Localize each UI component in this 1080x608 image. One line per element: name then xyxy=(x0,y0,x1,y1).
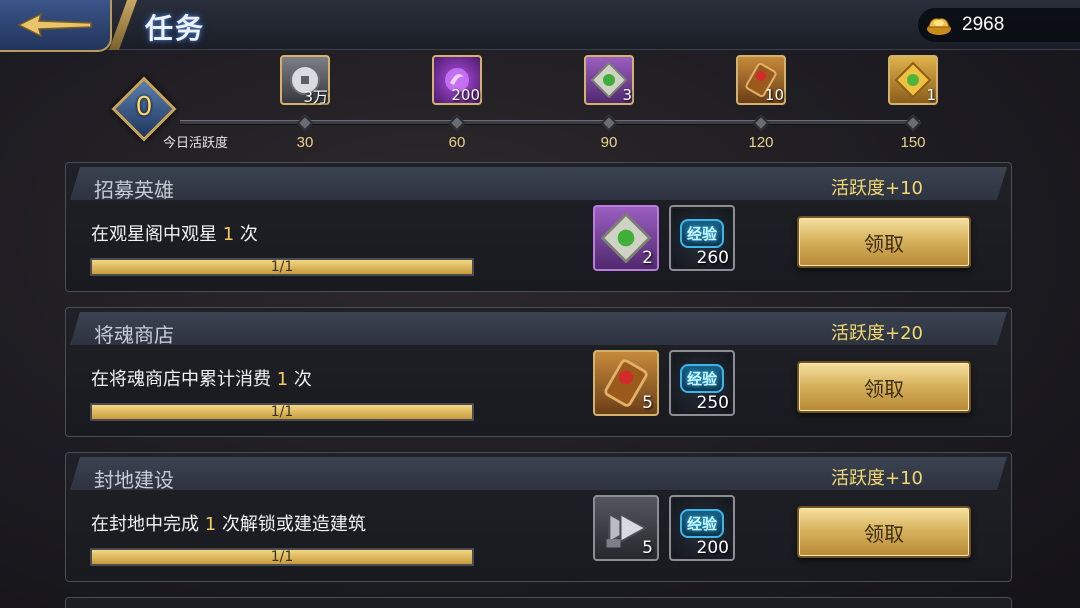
task-description: 在将魂商店中累计消费 1 次 xyxy=(91,369,312,390)
back-arrow-icon xyxy=(17,12,92,38)
task-card: 封地建设 活跃度+10 在封地中完成 1 次解锁或建造建筑 1/1 5 经验 2… xyxy=(65,452,1012,582)
task-description: 在封地中完成 1 次解锁或建造建筑 xyxy=(91,514,366,535)
exp-reward[interactable]: 经验 250 xyxy=(669,350,735,416)
task-header: 封地建设 活跃度+10 xyxy=(70,457,1007,490)
exp-reward[interactable]: 经验 260 xyxy=(669,205,735,271)
task-points: 活跃度+10 xyxy=(831,468,923,489)
task-header: 将魂商店 活跃度+20 xyxy=(70,312,1007,345)
reward-item[interactable]: 5 xyxy=(593,350,659,416)
task-progress-bar: 1/1 xyxy=(90,258,474,276)
back-button[interactable] xyxy=(0,0,112,52)
task-name: 将魂商店 xyxy=(94,323,174,347)
milestone-reward-count: 3 xyxy=(622,86,632,104)
reward-item[interactable]: 2 xyxy=(593,205,659,271)
task-card: 招募英雄 活跃度+10 在观星阁中观星 1 次 1/1 2 经验 260 领取 xyxy=(65,162,1012,292)
milestone-node xyxy=(296,114,314,132)
gold-ingot-icon xyxy=(924,12,954,38)
task-progress-bar: 1/1 xyxy=(90,548,474,566)
exp-reward[interactable]: 经验 200 xyxy=(669,495,735,561)
milestone-node xyxy=(600,114,618,132)
activity-value: 0 xyxy=(136,90,152,121)
activity-track xyxy=(180,120,920,125)
milestone-threshold: 150 xyxy=(900,134,926,151)
milestone-reward-count: 10 xyxy=(764,86,784,104)
milestone-reward-count: 200 xyxy=(451,86,480,104)
milestone-node xyxy=(752,114,770,132)
reward-count: 5 xyxy=(642,393,653,413)
claim-button[interactable]: 领取 xyxy=(797,506,971,558)
task-name: 封地建设 xyxy=(94,468,174,492)
currency-amount: 2968 xyxy=(962,14,1005,35)
currency-display: 2968 xyxy=(918,8,1080,42)
task-progress-bar: 1/1 xyxy=(90,403,474,421)
exp-value: 250 xyxy=(696,393,729,413)
exp-value: 260 xyxy=(696,248,729,268)
reward-count: 2 xyxy=(642,248,653,268)
claim-button[interactable]: 领取 xyxy=(797,216,971,268)
task-progress-text: 1/1 xyxy=(270,404,294,420)
exp-value: 200 xyxy=(696,538,729,558)
task-points: 活跃度+10 xyxy=(831,178,923,199)
claim-button[interactable]: 领取 xyxy=(797,361,971,413)
milestone-threshold: 60 xyxy=(448,134,466,151)
reward-count: 5 xyxy=(642,538,653,558)
milestone-threshold: 30 xyxy=(296,134,314,151)
task-description: 在观星阁中观星 1 次 xyxy=(91,224,258,245)
milestone-node xyxy=(448,114,466,132)
task-card-next xyxy=(65,597,1012,608)
task-card: 将魂商店 活跃度+20 在将魂商店中累计消费 1 次 1/1 5 经验 250 … xyxy=(65,307,1012,437)
task-points: 活跃度+20 xyxy=(831,323,923,344)
task-progress-text: 1/1 xyxy=(270,549,294,565)
milestone-reward-count: 1 xyxy=(926,86,936,104)
task-progress-text: 1/1 xyxy=(270,259,294,275)
task-header: 招募英雄 活跃度+10 xyxy=(70,167,1007,200)
task-name: 招募英雄 xyxy=(94,178,174,202)
milestone-threshold: 90 xyxy=(600,134,618,151)
page-title: 任务 xyxy=(145,12,206,45)
activity-label: 今日活跃度 xyxy=(163,136,229,151)
title-divider xyxy=(108,0,138,50)
top-bar: 任务 2968 xyxy=(0,0,1080,52)
milestone-reward-count: 3万 xyxy=(303,88,328,106)
milestone-threshold: 120 xyxy=(748,134,774,151)
activity-badge: 0 xyxy=(111,76,177,142)
milestone-node xyxy=(904,114,922,132)
reward-item[interactable]: 5 xyxy=(593,495,659,561)
